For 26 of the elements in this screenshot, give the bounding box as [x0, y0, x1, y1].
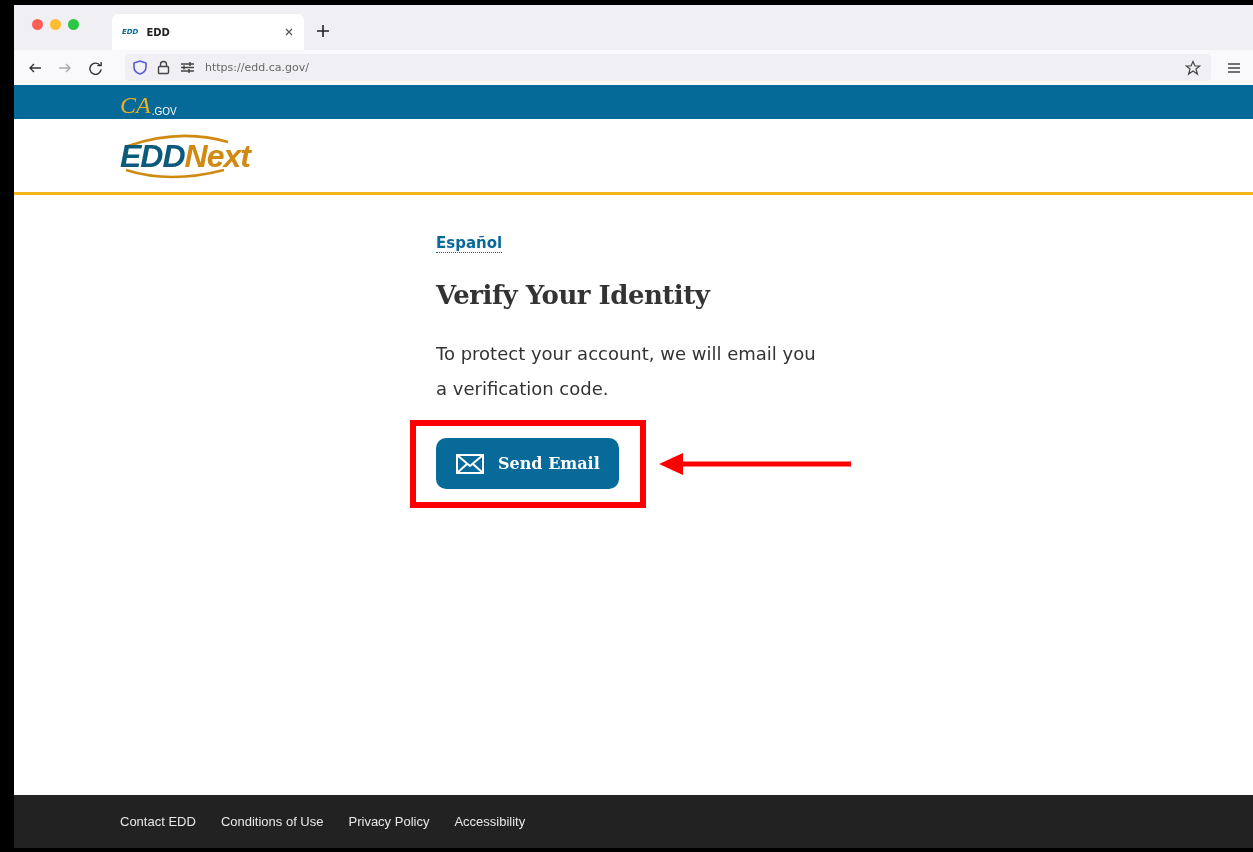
close-icon[interactable] [284, 27, 294, 37]
edd-next-logo[interactable]: EDDNext [120, 131, 272, 180]
language-link[interactable]: Español [436, 234, 503, 253]
close-window-dot[interactable] [32, 19, 43, 30]
sliders-icon[interactable] [180, 61, 195, 74]
footer-link[interactable]: Contact EDD [120, 814, 196, 829]
envelope-icon [456, 453, 484, 474]
footer-link[interactable]: Accessibility [454, 814, 526, 829]
new-tab-icon[interactable] [316, 24, 330, 38]
shield-icon[interactable] [133, 60, 147, 75]
reload-icon[interactable] [88, 60, 103, 75]
footer-link[interactable]: Privacy Policy [348, 814, 430, 829]
send-email-button[interactable]: Send Email [436, 438, 619, 489]
tab-title: EDD [146, 26, 171, 38]
back-arrow-icon[interactable] [28, 61, 42, 74]
bookmark-star-icon[interactable] [1185, 59, 1201, 76]
footer-link[interactable]: Conditions of Use [220, 814, 324, 829]
minimize-window-dot[interactable] [50, 19, 61, 30]
message-text: To protect your account, we will email you a verification code. [436, 342, 817, 401]
url-text: https://edd.ca.gov/ [205, 61, 310, 74]
page-heading: Verify Your Identity [436, 280, 712, 310]
lock-icon [157, 60, 170, 75]
menu-icon[interactable] [1227, 61, 1241, 74]
zoom-window-dot[interactable] [68, 19, 79, 30]
address-bar[interactable]: https://edd.ca.gov/ [125, 54, 1211, 81]
ca-gov-logo[interactable]: CA.GOV [120, 87, 177, 117]
